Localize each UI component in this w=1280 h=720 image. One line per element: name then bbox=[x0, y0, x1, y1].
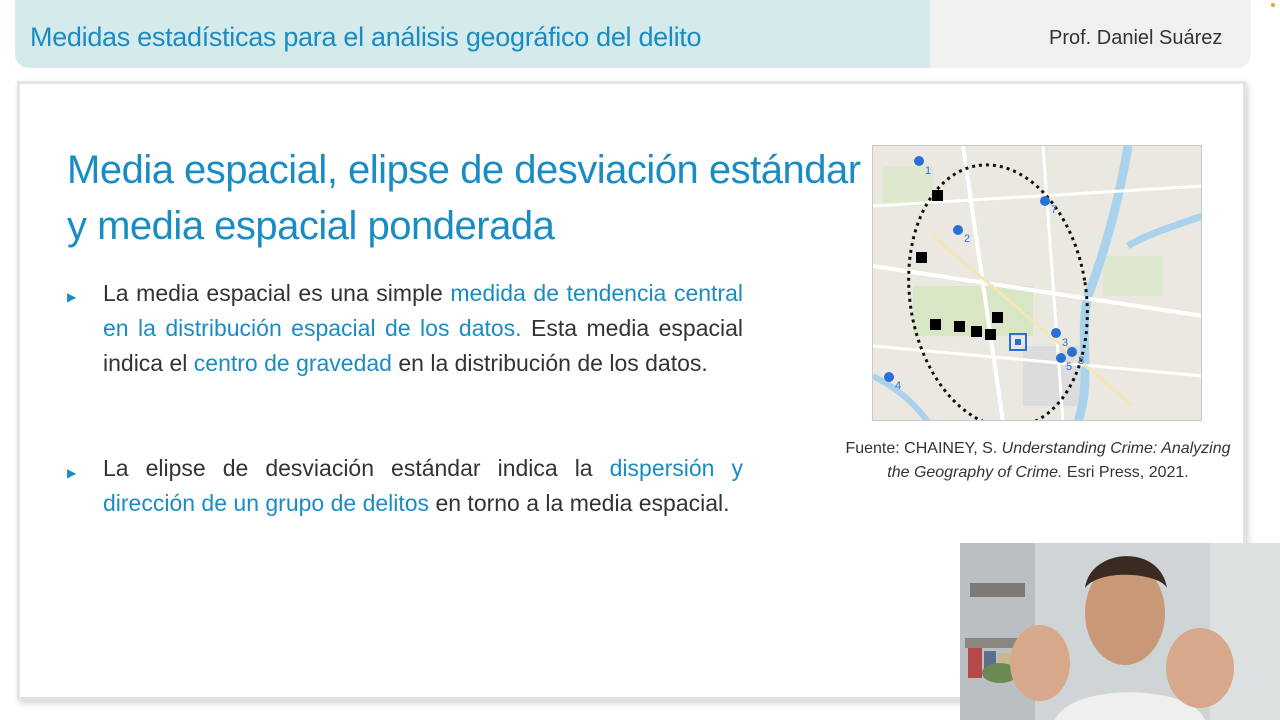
header-title: Medidas estadísticas para el análisis ge… bbox=[30, 22, 702, 52]
bullet-paragraph-mean: La media espacial es una simple medida d… bbox=[103, 276, 743, 381]
bullet-paragraph-ellipse: La elipse de desviación estándar indica … bbox=[103, 451, 743, 521]
corner-indicator-dot bbox=[1271, 3, 1275, 7]
slide-title: Media espacial, elipse de desviación est… bbox=[67, 148, 861, 248]
header-author: Prof. Daniel Suárez bbox=[1049, 27, 1223, 49]
map-label: 8 bbox=[1078, 355, 1084, 367]
map-label: 1 bbox=[925, 165, 931, 177]
bullet-text: La elipse de desviación estándar indica … bbox=[103, 455, 610, 481]
bullet-text: La media espacial es una simple bbox=[103, 280, 451, 306]
presenter-webcam bbox=[960, 543, 1280, 720]
bullet-text: en la distribución de los datos. bbox=[391, 350, 708, 376]
bullet-highlight: centro de gravedad bbox=[193, 350, 392, 376]
map-label: 5 bbox=[1066, 361, 1072, 373]
map-label: 4 bbox=[895, 380, 901, 392]
map-label: 2 bbox=[964, 233, 970, 245]
triangle-right-icon: ▶ bbox=[67, 290, 77, 304]
bullet-text: en torno a la media espacial. bbox=[429, 490, 730, 516]
caption-suffix: Esri Press, 2021. bbox=[1062, 464, 1189, 481]
triangle-right-icon: ▶ bbox=[67, 466, 77, 480]
map-caption: Fuente: CHAINEY, S. Understanding Crime:… bbox=[834, 437, 1242, 485]
map-label: 7 bbox=[1051, 204, 1057, 216]
caption-prefix: Fuente: CHAINEY, S. bbox=[845, 440, 1002, 457]
crime-map-graphic: 1 2 7 3 8 5 4 bbox=[873, 146, 1201, 420]
presenter-video-frame bbox=[960, 543, 1280, 720]
map-label: 3 bbox=[1062, 337, 1068, 349]
crime-map-image: 1 2 7 3 8 5 4 bbox=[872, 145, 1202, 421]
